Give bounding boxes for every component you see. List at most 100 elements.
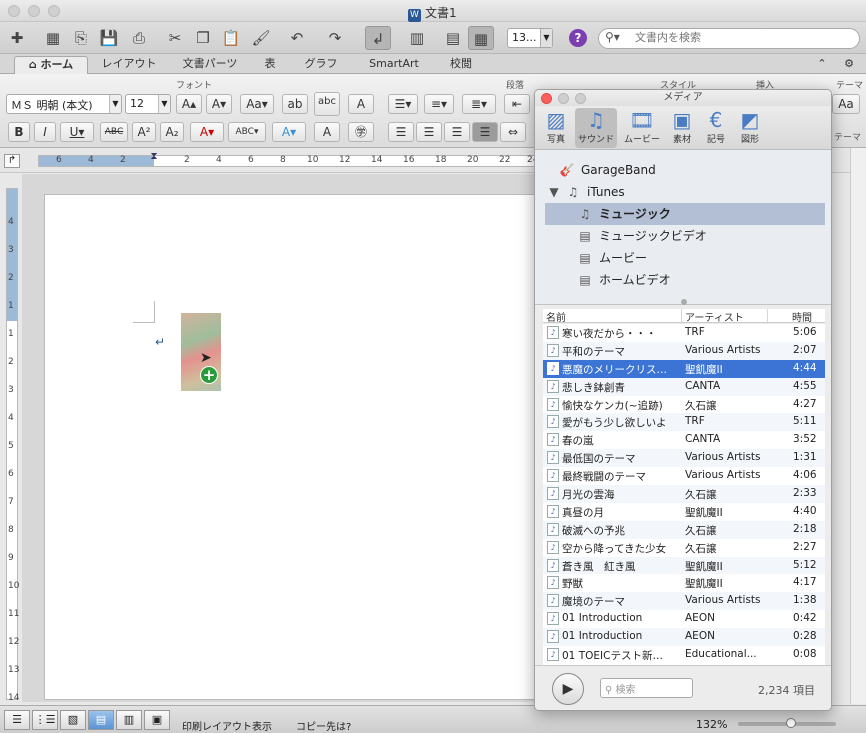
track-table[interactable]: ♪ 寒い夜だから・・・ TRF 5:06 ♪ 平和のテーマ Various Artists 2… <box>543 324 825 665</box>
media-browser-icon[interactable]: ▦ <box>468 26 494 50</box>
bold-button[interactable]: B <box>8 122 30 142</box>
tab-document-parts[interactable]: 文書パーツ <box>172 56 248 74</box>
notebook-view-icon[interactable]: ▥ <box>116 710 142 730</box>
ruler-bar[interactable]: 6 4 2 2 4 6 8 10 12 14 16 18 20 22 24 ⧗ <box>38 152 538 167</box>
tree-item-music[interactable]: ♫ ミュージック <box>545 203 825 225</box>
tree-item-garageband[interactable]: 🎸 GarageBand <box>559 159 823 181</box>
subscript-button[interactable]: A₂ <box>160 122 184 142</box>
tab-chart[interactable]: グラフ <box>298 56 344 74</box>
tab-layout[interactable]: レイアウト <box>96 56 162 74</box>
tab-symbols[interactable]: € 記号 <box>699 108 733 148</box>
strikethrough-button[interactable]: ABC <box>100 122 128 142</box>
table-row[interactable]: ♪ 01 Introduction AEON 0:28 <box>543 628 825 647</box>
format-painter-icon[interactable]: 🖌 <box>248 26 274 50</box>
paste-icon[interactable]: 📋 <box>218 26 244 50</box>
cut-icon[interactable]: ✂ <box>162 26 188 50</box>
outline-view-icon[interactable]: ⋮☰ <box>32 710 58 730</box>
enclosed-character-icon[interactable]: ㊫ <box>348 122 374 142</box>
character-border-icon[interactable]: A <box>348 94 374 114</box>
table-row[interactable]: ♪ 真昼の月 聖飢魔II 4:40 <box>543 503 825 521</box>
splitter-handle[interactable] <box>681 299 687 305</box>
superscript-button[interactable]: A² <box>132 122 156 142</box>
zoom-slider-thumb[interactable] <box>786 718 796 728</box>
table-row[interactable]: ♪ 愉快なケンカ(~追跡) 久石譲 4:27 <box>543 396 825 414</box>
table-row[interactable]: ♪ 空から降ってきた少女 久石譲 2:27 <box>543 539 825 557</box>
full-screen-view-icon[interactable]: ▣ <box>144 710 170 730</box>
grow-font-icon[interactable]: A▴ <box>176 94 202 114</box>
table-row[interactable]: ♪ 蒼き風 紅き風 聖飢魔II 5:12 <box>543 556 825 575</box>
copy-icon[interactable]: ❐ <box>190 26 216 50</box>
document-search-input[interactable] <box>635 31 850 44</box>
publishing-view-icon[interactable]: ▧ <box>60 710 86 730</box>
decrease-indent-icon[interactable]: ⇤ <box>504 94 530 114</box>
distribute-icon[interactable]: ⇔ <box>500 122 526 142</box>
draft-view-icon[interactable]: ☰ <box>4 710 30 730</box>
print-icon[interactable]: ⎙ <box>126 26 152 50</box>
undo-icon[interactable]: ↶ <box>284 26 310 50</box>
column-artist[interactable]: アーティスト <box>685 309 744 324</box>
tab-shapes[interactable]: ◩ 図形 <box>733 108 767 148</box>
tree-item-itunes[interactable]: ▼ ♫ iTunes <box>549 181 823 203</box>
zoom-panel-button[interactable] <box>575 93 586 104</box>
zoom-select[interactable]: 13... ▼ <box>507 28 553 48</box>
table-row[interactable]: ♪ 魔境のテーマ Various Artists 1:38 <box>543 592 825 611</box>
table-row[interactable]: ♪ 破滅への予兆 久石譲 2:18 <box>543 520 825 539</box>
phonetic-guide-icon[interactable]: abc <box>314 92 340 116</box>
character-shading-icon[interactable]: A <box>314 122 340 142</box>
show-formatting-icon[interactable]: ↲ <box>365 26 391 50</box>
tree-item-music-video[interactable]: ▤ ミュージックビデオ <box>577 225 823 247</box>
tab-movies[interactable]: 🎞 ムービー <box>621 108 663 148</box>
font-size-select[interactable]: 12 ▼ <box>125 94 171 114</box>
tab-smartart[interactable]: SmartArt <box>360 56 428 74</box>
document-search[interactable]: ⚲▾ <box>598 28 860 49</box>
table-row[interactable]: ♪ 最終戦闘のテーマ Various Artists 4:06 <box>543 467 825 485</box>
document-page[interactable]: ↵ <box>44 194 544 700</box>
table-row[interactable]: ♪ 月光の雲海 久石譲 2:33 <box>543 485 825 503</box>
bullets-icon[interactable]: ☰▾ <box>388 94 418 114</box>
tree-item-movies[interactable]: ▤ ムービー <box>577 247 823 269</box>
table-row[interactable]: ♪ 春の嵐 CANTA 3:52 <box>543 431 825 449</box>
tab-clip-art[interactable]: ▣ 素材 <box>665 108 699 148</box>
close-window-button[interactable] <box>8 5 20 17</box>
multilevel-list-icon[interactable]: ≣▾ <box>462 94 496 114</box>
save-icon[interactable]: 💾 <box>96 26 122 50</box>
media-search-field[interactable]: ⚲ 検索 <box>600 678 693 698</box>
tab-selector-icon[interactable]: ↱ <box>4 154 20 168</box>
tab-table[interactable]: 表 <box>255 56 285 74</box>
minimize-window-button[interactable] <box>28 5 40 17</box>
zoom-window-button[interactable] <box>48 5 60 17</box>
collapse-ribbon-icon[interactable]: ⌃ <box>812 56 832 74</box>
tab-sound[interactable]: ♫ サウンド <box>575 108 617 148</box>
shrink-font-icon[interactable]: A▾ <box>206 94 232 114</box>
column-time[interactable]: 時間 <box>792 309 812 324</box>
new-document-icon[interactable]: ✚ <box>4 26 30 50</box>
disclosure-triangle-icon[interactable]: ▼ <box>549 181 559 203</box>
zoom-slider[interactable] <box>738 718 836 728</box>
redo-icon[interactable]: ↷ <box>322 26 348 50</box>
table-row[interactable]: ♪ 寒い夜だから・・・ TRF 5:06 <box>543 324 825 342</box>
table-row[interactable]: ♪ 最低国のテーマ Various Artists 1:31 <box>543 449 825 468</box>
ribbon-settings-icon[interactable]: ⚙ <box>836 56 862 74</box>
text-effects-icon[interactable]: A▾ <box>272 122 306 142</box>
table-row[interactable]: ♪ 01 TOEICテスト新… Educational... 0:08 <box>543 646 825 664</box>
clear-formatting-icon[interactable]: ab <box>282 94 308 114</box>
close-panel-button[interactable] <box>541 93 552 104</box>
italic-button[interactable]: I <box>34 122 56 142</box>
table-row[interactable]: ♪ 悲しき鉢創青 CANTA 4:55 <box>543 377 825 396</box>
column-name[interactable]: 名前 <box>546 309 566 324</box>
open-icon[interactable]: ⎘ <box>68 26 94 50</box>
help-icon[interactable]: ? <box>569 29 587 47</box>
table-row[interactable]: ♪ 01 Introduction AEON 0:42 <box>543 610 825 628</box>
play-button[interactable]: ▶ <box>552 673 584 705</box>
toolbox-icon[interactable]: ▤ <box>440 26 466 50</box>
justify-icon[interactable]: ☰ <box>472 122 498 142</box>
theme-icon[interactable]: Aa <box>832 94 860 114</box>
tab-photos[interactable]: ▨ 写真 <box>539 108 573 148</box>
highlight-icon[interactable]: ABC▾ <box>228 122 266 142</box>
align-right-icon[interactable]: ☰ <box>444 122 470 142</box>
table-row[interactable]: ♪ 野獣 聖飢魔II 4:17 <box>543 574 825 592</box>
minimize-panel-button[interactable] <box>558 93 569 104</box>
table-row[interactable]: ♪ 悪魔のメリークリス… 聖飢魔II 4:44 <box>543 359 825 378</box>
underline-button[interactable]: U▾ <box>60 122 94 142</box>
tree-item-home-video[interactable]: ▤ ホームビデオ <box>577 269 823 291</box>
